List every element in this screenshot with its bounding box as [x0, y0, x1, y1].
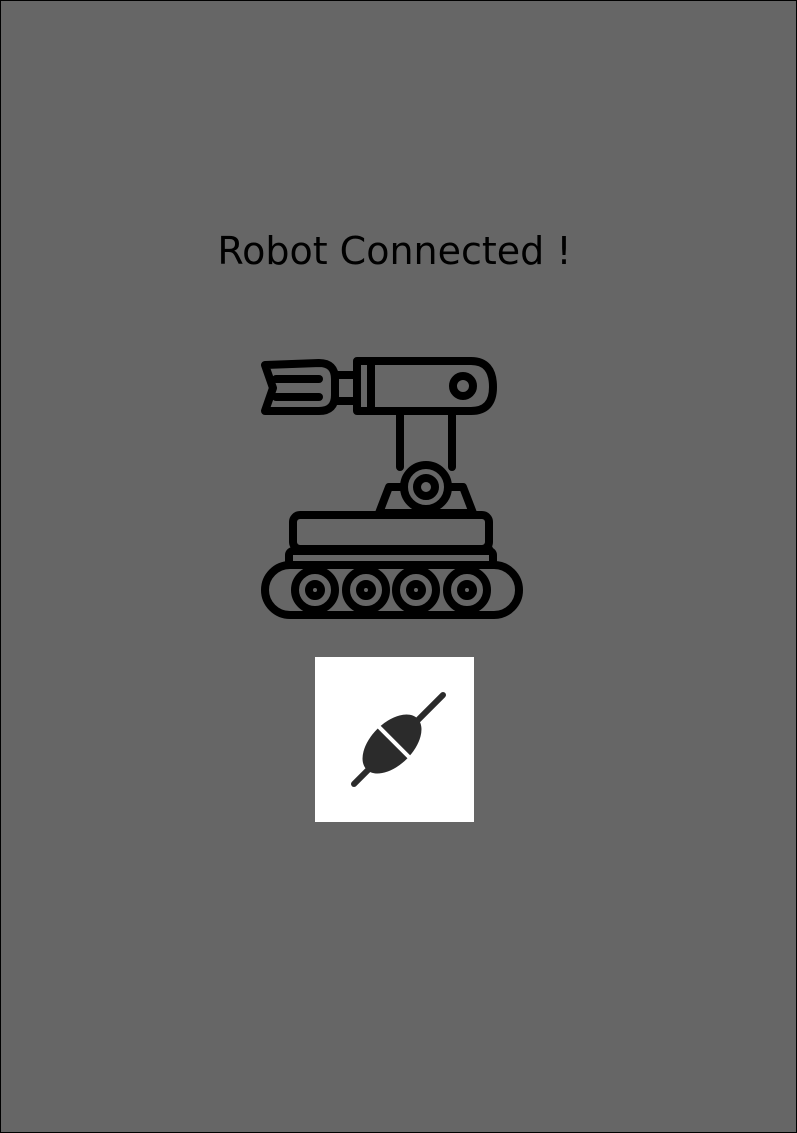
app-screen: Robot Connected ! — [0, 0, 797, 1133]
plug-connected-icon — [315, 657, 474, 822]
connect-button[interactable] — [315, 657, 474, 822]
robot-icon — [253, 349, 529, 625]
connection-status-title: Robot Connected ! — [217, 229, 572, 273]
